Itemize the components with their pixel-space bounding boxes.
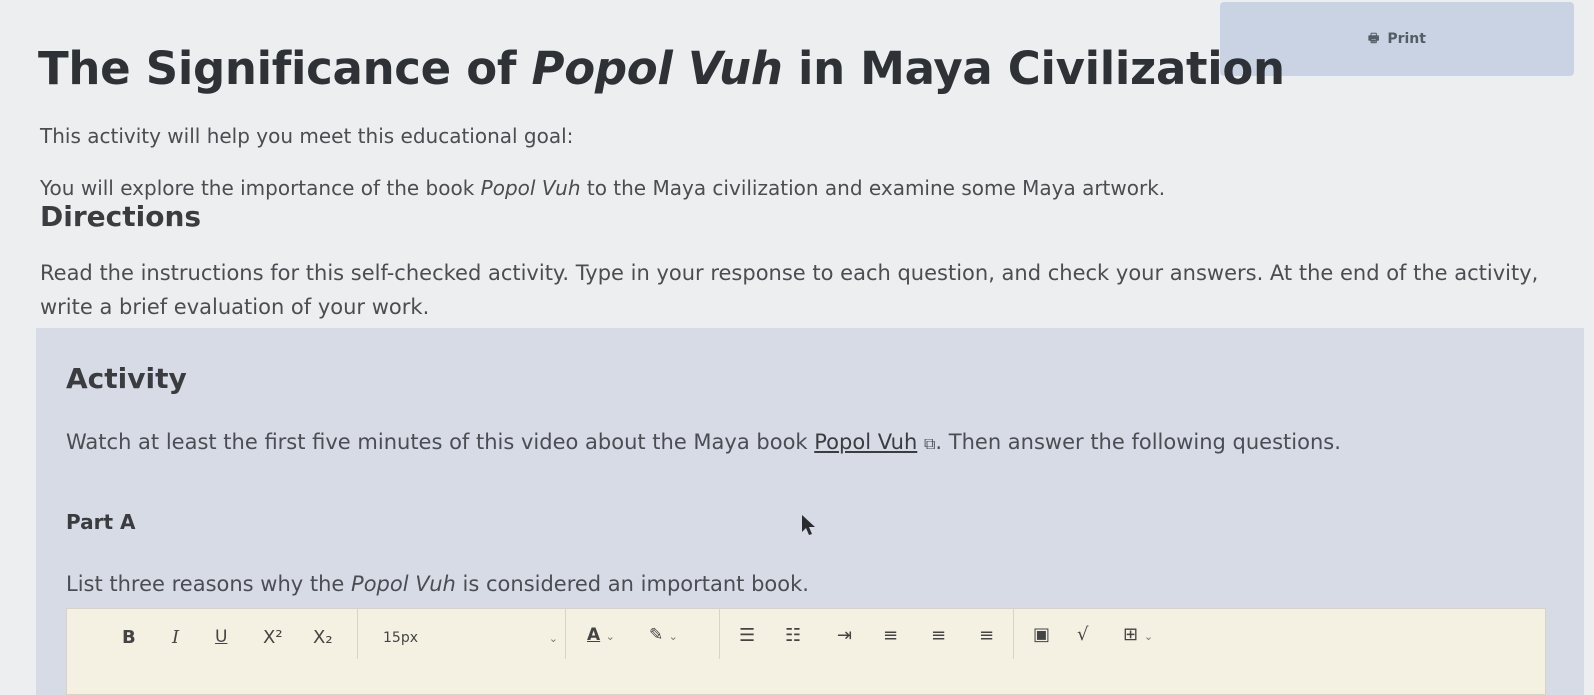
text-color-button[interactable]: A ⌄ xyxy=(587,625,615,645)
align-left-icon: ≡ xyxy=(883,625,899,646)
mouse-cursor-icon xyxy=(802,515,815,535)
page-title-book: Popol Vuh xyxy=(531,42,783,95)
numbered-list-button[interactable]: ☷ xyxy=(785,625,801,646)
chevron-down-icon: ⌄ xyxy=(668,630,678,643)
part-a-prompt-suffix: is considered an important book. xyxy=(455,572,809,596)
align-right-icon: ≡ xyxy=(979,625,995,646)
highlighter-icon: ✎ xyxy=(649,625,664,645)
part-a-prompt: List three reasons why the Popol Vuh is … xyxy=(66,572,809,596)
part-a-heading: Part A xyxy=(66,510,136,534)
activity-text: Watch at least the first five minutes of… xyxy=(66,424,1486,462)
page-title-prefix: The Significance of xyxy=(38,42,532,95)
print-label: Print xyxy=(1387,31,1426,47)
align-left-button[interactable]: ≡ xyxy=(883,625,898,646)
chevron-down-icon: ⌄ xyxy=(1143,630,1154,643)
printer-icon: 🖶 xyxy=(1368,30,1380,45)
italic-button[interactable]: I xyxy=(172,627,179,648)
chevron-down-icon: ⌄ xyxy=(605,630,615,643)
goal-suffix: to the Maya civilization and examine som… xyxy=(580,176,1166,200)
page-title: The Significance of Popol Vuh in Maya Ci… xyxy=(38,42,1285,95)
educational-goal: You will explore the importance of the b… xyxy=(40,176,1165,200)
font-size-value: 15px xyxy=(383,630,418,646)
rich-text-toolbar: B I U X² X₂ 15px ⌄ A ⌄ ✎ ⌄ ☰ ☷ ⇥ ≡ ≡ ≡ ▣… xyxy=(66,608,1546,695)
underline-button[interactable]: U xyxy=(215,627,227,647)
goal-intro: This activity will help you meet this ed… xyxy=(40,124,574,148)
directions-heading: Directions xyxy=(40,200,202,233)
activity-panel: Activity Watch at least the first five m… xyxy=(36,328,1584,695)
directions-text: Read the instructions for this self-chec… xyxy=(40,261,1539,319)
subscript-button[interactable]: X₂ xyxy=(313,627,333,648)
highlight-color-button[interactable]: ✎ ⌄ xyxy=(649,625,678,645)
superscript-button[interactable]: X² xyxy=(263,627,283,648)
goal-book: Popol Vuh xyxy=(480,176,581,200)
text-color-icon: A xyxy=(587,625,601,645)
table-icon: ⊞ xyxy=(1123,624,1139,645)
image-icon: ▣ xyxy=(1033,624,1051,645)
indent-button[interactable]: ⇥ xyxy=(837,625,852,646)
activity-text-prefix: Watch at least the first five minutes of… xyxy=(66,430,815,454)
font-size-select[interactable]: 15px ⌄ xyxy=(383,630,558,646)
goal-prefix: You will explore the importance of the b… xyxy=(40,176,481,200)
page-title-suffix: in Maya Civilization xyxy=(782,42,1285,95)
math-button[interactable]: √ xyxy=(1077,624,1088,645)
activity-heading: Activity xyxy=(66,362,187,395)
image-button[interactable]: ▣ xyxy=(1033,624,1050,645)
bulleted-list-button[interactable]: ☰ xyxy=(739,625,755,646)
square-root-icon: √ xyxy=(1077,624,1089,645)
part-a-prompt-prefix: List three reasons why the xyxy=(66,572,352,596)
popol-vuh-video-link[interactable]: Popol Vuh xyxy=(814,430,917,454)
indent-icon: ⇥ xyxy=(837,625,853,646)
external-link-icon: ⧉ xyxy=(923,434,936,453)
align-right-button[interactable]: ≡ xyxy=(979,625,994,646)
bold-button[interactable]: B xyxy=(122,627,136,648)
numbered-list-icon: ☷ xyxy=(785,625,802,646)
align-center-button[interactable]: ≡ xyxy=(931,625,946,646)
activity-text-suffix: . Then answer the following questions. xyxy=(935,430,1341,454)
part-a-prompt-book: Popol Vuh xyxy=(351,572,456,596)
bulleted-list-icon: ☰ xyxy=(739,625,756,646)
chevron-down-icon: ⌄ xyxy=(548,632,558,645)
table-button[interactable]: ⊞ ⌄ xyxy=(1123,624,1153,645)
align-center-icon: ≡ xyxy=(931,625,947,646)
